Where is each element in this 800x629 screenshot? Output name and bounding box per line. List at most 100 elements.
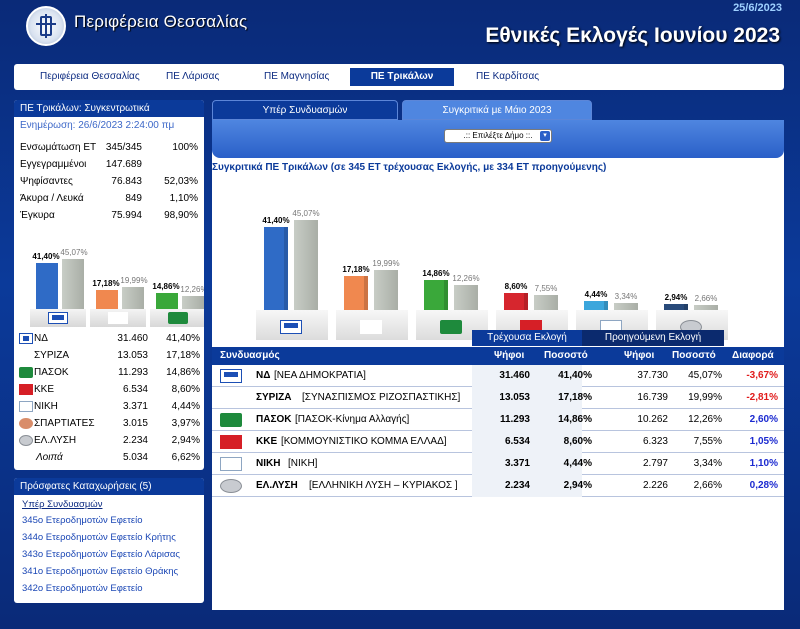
cell-prev-pct: 45,07% <box>688 370 722 381</box>
party-row[interactable]: ΝΙΚΗ 3.371 4,44% <box>14 398 204 415</box>
bar-previous[interactable] <box>454 285 478 310</box>
recent-entry-link[interactable]: 343ο Ετεροδημοτών Εφετείο Λάρισας <box>14 546 204 563</box>
table-row[interactable]: ΕΛ.ΛΥΣΗ [ΕΛΛΗΝΙΚΗ ΛΥΣΗ – ΚΥΡΙΑΚΟΣ ] 2.234 2… <box>212 475 784 497</box>
nav-item-karditsa[interactable]: ΠΕ Καρδίτσας <box>458 68 557 86</box>
stat-label: Εγγεγραμμένοι <box>20 159 87 170</box>
party-name: ΣΥΡΙΖΑ <box>34 350 70 361</box>
region-emblem-icon <box>26 6 66 46</box>
mini-bar-previous-label: 12,26% <box>180 284 204 294</box>
party-votes: 5.034 <box>122 452 148 463</box>
recent-entries-panel: Πρόσφατες Καταχωρήσεις (5) Υπέρ Συνδυασμ… <box>14 478 204 603</box>
bar-previous[interactable] <box>374 270 398 310</box>
cell-votes: 11.293 <box>499 414 530 425</box>
recent-entry-link[interactable]: 341ο Ετεροδημοτών Εφετείο Θράκης <box>14 563 204 580</box>
page-title: Εθνικές Εκλογές Ιουνίου 2023 <box>485 24 780 47</box>
bar-previous-label: 3,34% <box>614 292 638 302</box>
party-row[interactable]: ΕΛ.ΛΥΣΗ 2.234 2,94% <box>14 432 204 449</box>
cell-votes: 3.371 <box>504 458 530 469</box>
bar-previous-label: 12,26% <box>452 274 480 284</box>
recent-entry-link[interactable]: 344ο Ετεροδημοτών Εφετείο Κρήτης <box>14 529 204 546</box>
cell-prev-pct: 19,99% <box>688 392 722 403</box>
party-abbr: ΝΔ <box>256 370 271 381</box>
party-abbr: ΝΙΚΗ <box>256 458 281 469</box>
bar-current[interactable] <box>504 292 528 310</box>
table-row[interactable]: ΚΚΕ [ΚΟΜΜΟΥΝΙΣΤΙΚΟ ΚΟΜΜΑ ΕΛΛΑΔ] 6.534 8,60%… <box>212 431 784 453</box>
results-table-header: Συνδυασμός Ψήφοι Ποσοστό Ψήφοι Ποσοστό Δ… <box>212 347 784 365</box>
stat-value: 75.994 <box>111 210 142 221</box>
table-row[interactable]: ΣΥΡΙΖΑ [ΣΥΝΑΣΠΙΣΜΟΣ ΡΙΖΟΣΠΑΣΤΙΚΗΣ] 13.053 1… <box>212 387 784 409</box>
party-abbr: ΣΥΡΙΖΑ <box>256 392 292 403</box>
stat-pct: 1,10% <box>169 193 198 204</box>
pasok-logo-icon <box>440 320 462 334</box>
bar-current[interactable] <box>344 275 368 310</box>
stat-row: Άκυρα / Λευκά 849 1,10% <box>20 190 198 207</box>
nav-item-magnesia[interactable]: ΠΕ Μαγνησίας <box>246 68 347 86</box>
party-row[interactable]: ΠΑΣΟΚ 11.293 14,86% <box>14 364 204 381</box>
bar-current[interactable] <box>584 301 608 310</box>
recent-entries-title: Πρόσφατες Καταχωρήσεις (5) <box>14 478 204 495</box>
nav-item-larisa[interactable]: ΠΕ Λάρισας <box>148 68 237 86</box>
bar-previous[interactable] <box>534 294 558 310</box>
recent-entry-link[interactable]: 345ο Ετεροδημοτών Εφετείο <box>14 512 204 529</box>
cell-pct: 2,94% <box>563 480 592 491</box>
cell-prev-pct: 2,66% <box>693 480 722 491</box>
party-pct: 6,62% <box>171 452 200 463</box>
party-name: ΝΔ <box>34 333 48 344</box>
cell-prev-pct: 7,55% <box>693 436 722 447</box>
col-votes: Ψήφοι <box>494 350 525 361</box>
stat-pct: 98,90% <box>164 210 198 221</box>
cell-diff: 1,05% <box>749 436 778 447</box>
cell-prev-votes: 2.226 <box>642 480 668 491</box>
party-row[interactable]: ΝΔ 31.460 41,40% <box>14 330 204 347</box>
cell-prev-votes: 2.797 <box>642 458 668 469</box>
elysi-logo-icon <box>220 479 242 493</box>
bar-current[interactable] <box>664 304 688 310</box>
party-row-others: Λοιπά 5.034 6,62% <box>14 449 204 466</box>
recent-entries-subtitle[interactable]: Υπέρ Συνδυασμών <box>14 495 204 512</box>
tab-by-coalition[interactable]: Υπέρ Συνδυασμών <box>212 100 398 120</box>
party-pct: 4,44% <box>171 401 200 412</box>
municipality-select[interactable]: .:: Επιλέξτε Δήμο ::. ▾ <box>444 129 552 143</box>
nd-logo-icon <box>280 320 302 334</box>
mini-bar-current <box>36 263 58 309</box>
cell-pct: 41,40% <box>558 370 592 381</box>
bar-current[interactable] <box>264 227 288 310</box>
col-diff: Διαφορά <box>732 350 774 361</box>
party-abbr: ΠΑΣΟΚ <box>256 414 292 425</box>
party-pct: 41,40% <box>166 333 200 344</box>
nd-logo-icon <box>220 369 242 383</box>
nav-item-trikala[interactable]: ΠΕ Τρικάλων <box>350 68 454 86</box>
recent-entry-link[interactable]: 342ο Ετεροδημοτών Εφετείο <box>14 580 204 597</box>
comparison-bar-chart: 41,40% 45,07% 17,18% 19,99% 14,86% 12,26% 8,60… <box>212 180 784 340</box>
mini-bar-previous-label: 45,07% <box>60 248 88 258</box>
party-row[interactable]: ΣΥΡΙΖΑ 13.053 17,18% <box>14 347 204 364</box>
party-name: ΚΚΕ <box>34 384 55 395</box>
selector-band: .:: Επιλέξτε Δήμο ::. ▾ <box>212 120 784 158</box>
party-fullname: [ΠΑΣΟΚ-Κίνημα Αλλαγής] <box>295 414 410 425</box>
party-abbr: ΕΛ.ΛΥΣΗ <box>256 480 298 491</box>
party-name: ΠΑΣΟΚ <box>34 367 69 378</box>
table-row[interactable]: ΠΑΣΟΚ [ΠΑΣΟΚ-Κίνημα Αλλαγής] 11.293 14,86% 1… <box>212 409 784 431</box>
syriza-logo-icon <box>220 391 242 405</box>
previous-election-header: Προηγούμενη Εκλογή <box>582 330 724 346</box>
region-brand: Περιφέρεια Θεσσαλίας <box>74 12 248 31</box>
tab-compare-may-2023[interactable]: Συγκριτικά με Μάιο 2023 <box>402 100 592 120</box>
party-fullname: [ΝΙΚΗ] <box>288 458 318 469</box>
nav-item-thessaly[interactable]: Περιφέρεια Θεσσαλίας <box>22 68 158 86</box>
bar-previous[interactable] <box>614 303 638 310</box>
bar-previous[interactable] <box>294 219 318 310</box>
pasok-logo-icon <box>19 367 33 378</box>
cell-diff: 0,28% <box>749 480 778 491</box>
table-row[interactable]: ΝΔ [ΝΕΑ ΔΗΜΟΚΡΑΤΙΑ] 31.460 41,40% 37.730 45,0… <box>212 365 784 387</box>
cell-diff: 1,10% <box>749 458 778 469</box>
party-row[interactable]: ΚΚΕ 6.534 8,60% <box>14 381 204 398</box>
party-row[interactable]: ΣΠΑΡΤΙΑΤΕΣ 3.015 3,97% <box>14 415 204 432</box>
mini-bar-previous <box>62 259 84 309</box>
bar-previous-label: 7,55% <box>534 283 558 293</box>
nd-logo-icon <box>48 312 68 324</box>
bar-previous[interactable] <box>694 304 718 310</box>
table-row[interactable]: ΝΙΚΗ [ΝΙΚΗ] 3.371 4,44% 2.797 3,34% 1,10% <box>212 453 784 475</box>
cell-prev-pct: 3,34% <box>693 458 722 469</box>
stat-label: Έγκυρα <box>20 210 55 221</box>
bar-current[interactable] <box>424 280 448 310</box>
